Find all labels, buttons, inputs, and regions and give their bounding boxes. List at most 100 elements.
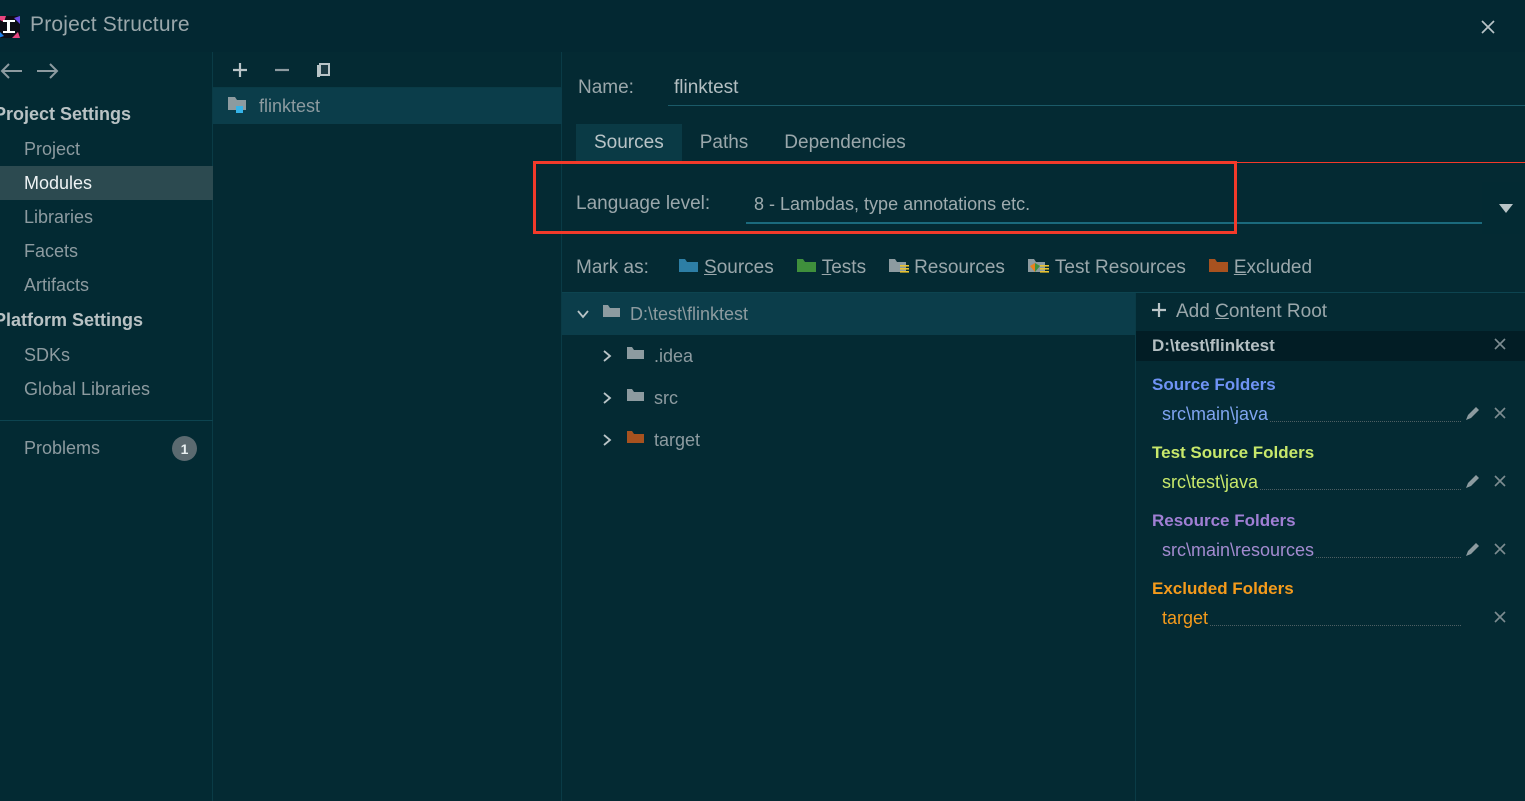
chevron-down-icon[interactable] <box>1482 182 1525 234</box>
tab-dependencies[interactable]: Dependencies <box>766 124 923 164</box>
tree-row[interactable]: .idea <box>562 335 1135 377</box>
source-folder-row[interactable]: src\main\java <box>1136 399 1525 429</box>
folder-excluded-icon <box>626 429 646 451</box>
module-folder-icon <box>227 94 249 119</box>
mark-as-excluded-button[interactable]: Excluded <box>1208 257 1312 280</box>
tree-row-label: src <box>654 387 678 408</box>
section-title-test-source-folders: Test Source Folders <box>1152 443 1315 462</box>
sidebar-group-project-settings: Project Settings <box>0 104 132 124</box>
language-level-row: Language level: 8 - Lambdas, type annota… <box>576 176 1525 234</box>
navigation-arrows <box>0 52 213 90</box>
chevron-right-icon[interactable] <box>596 429 618 451</box>
tree-row-label: D:\test\flinktest <box>630 303 749 324</box>
sidebar-item-sdks[interactable]: SDKs <box>0 338 213 372</box>
mark-as-row: Mark as: Sources Tests Resources Test Re… <box>576 248 1516 288</box>
window-close-button[interactable] <box>1473 13 1503 41</box>
test-source-folder-path: src\test\java <box>1162 471 1261 493</box>
content-root-path: D:\test\flinktest <box>1152 336 1275 355</box>
tab-sources[interactable]: Sources <box>576 124 682 164</box>
remove-excluded-folder-button[interactable] <box>1491 608 1509 626</box>
tree-row-label: target <box>654 429 701 450</box>
mark-as-tests-button[interactable]: Tests <box>796 257 866 280</box>
excluded-folder-row[interactable]: target <box>1136 603 1525 633</box>
pencil-icon[interactable] <box>1463 405 1481 428</box>
sidebar-item-artifacts[interactable]: Artifacts <box>0 268 213 302</box>
mark-as-test-resources-button[interactable]: Test Resources <box>1027 257 1186 280</box>
test-source-folder-row[interactable]: src\test\java <box>1136 467 1525 497</box>
module-list-item-flinktest[interactable]: flinktest <box>213 88 562 124</box>
mark-as-test-resources-label: Test Resources <box>1054 257 1186 278</box>
remove-content-root-button[interactable] <box>1491 335 1509 353</box>
sidebar-item-problems-label: Problems <box>24 438 101 458</box>
copy-module-button[interactable] <box>311 57 337 83</box>
settings-nav-list: Project Settings Project Modules Librari… <box>0 96 213 465</box>
sources-split-pane: D:\test\flinktest .idea src target Add C… <box>562 292 1525 801</box>
module-list-item-label: flinktest <box>259 95 321 116</box>
resource-folder-path: src\main\resources <box>1162 539 1317 561</box>
arrow-left-icon[interactable] <box>0 59 26 83</box>
chevron-down-icon[interactable] <box>572 303 594 325</box>
folder-test-resources-icon <box>1027 257 1051 280</box>
mark-as-sources-label: Sources <box>704 257 774 278</box>
language-level-select[interactable]: 8 - Lambdas, type annotations etc. <box>742 182 1525 234</box>
remove-test-source-folder-button[interactable] <box>1491 472 1509 490</box>
pencil-icon[interactable] <box>1463 473 1481 496</box>
content-root-header[interactable]: D:\test\flinktest <box>1136 331 1525 361</box>
tree-row[interactable]: src <box>562 377 1135 419</box>
module-list-panel: flinktest <box>213 52 562 801</box>
module-name-row: Name: flinktest <box>578 68 1525 108</box>
folder-icon <box>602 303 622 325</box>
module-name-value: flinktest <box>674 77 739 98</box>
add-content-root-button[interactable]: Add Content Root <box>1136 293 1525 331</box>
tab-paths[interactable]: Paths <box>682 124 767 164</box>
remove-source-folder-button[interactable] <box>1491 404 1509 422</box>
sidebar-item-global-libraries[interactable]: Global Libraries <box>0 372 213 406</box>
add-module-button[interactable] <box>227 57 253 83</box>
add-content-root-label: Add Content Root <box>1176 301 1328 322</box>
sidebar-item-libraries[interactable]: Libraries <box>0 200 213 234</box>
detail-tabs: Sources Paths Dependencies <box>576 122 924 164</box>
intellij-idea-logo-icon <box>0 12 24 42</box>
remove-resource-folder-button[interactable] <box>1491 540 1509 558</box>
sidebar-item-modules[interactable]: Modules <box>0 166 213 200</box>
folder-excluded-icon <box>1208 257 1230 280</box>
language-level-value: 8 - Lambdas, type annotations etc. <box>754 193 1031 214</box>
folder-icon <box>626 387 646 409</box>
mark-as-excluded-label: Excluded <box>1233 257 1313 278</box>
excluded-folder-path: target <box>1162 607 1211 629</box>
chevron-right-icon[interactable] <box>596 345 618 367</box>
language-level-underline <box>746 222 1516 224</box>
section-title-resource-folders: Resource Folders <box>1152 511 1296 530</box>
arrow-right-icon[interactable] <box>33 59 63 83</box>
chevron-right-icon[interactable] <box>596 387 618 409</box>
module-name-label: Name: <box>578 77 634 98</box>
sidebar-item-problems[interactable]: Problems 1 <box>0 431 213 465</box>
project-structure-dialog: Project Structure Project Settings Proje… <box>0 0 1525 801</box>
sidebar-item-project[interactable]: Project <box>0 132 213 166</box>
language-level-label: Language level: <box>576 193 711 214</box>
remove-module-button[interactable] <box>269 57 295 83</box>
mark-as-sources-button[interactable]: Sources <box>678 257 774 280</box>
folder-resources-icon <box>888 257 910 280</box>
mark-as-resources-label: Resources <box>914 257 1005 278</box>
tabs-highlight-rule <box>562 162 1525 163</box>
sidebar-divider <box>0 420 213 421</box>
mark-as-tests-label: Tests <box>821 257 867 278</box>
tree-row-label: .idea <box>654 345 694 366</box>
settings-sidebar: Project Settings Project Modules Librari… <box>0 52 213 801</box>
sidebar-item-facets[interactable]: Facets <box>0 234 213 268</box>
tree-row[interactable]: target <box>562 419 1135 461</box>
mark-as-resources-button[interactable]: Resources <box>888 257 1005 280</box>
tree-row[interactable]: D:\test\flinktest <box>562 293 1135 335</box>
module-name-input[interactable]: flinktest <box>660 71 1525 106</box>
pencil-icon[interactable] <box>1463 541 1481 564</box>
dialog-title: Project Structure <box>30 13 190 36</box>
problems-count-badge: 1 <box>172 436 197 461</box>
source-folder-path: src\main\java <box>1162 403 1271 425</box>
section-title-source-folders: Source Folders <box>1152 375 1276 394</box>
title-bar: Project Structure <box>0 0 1525 52</box>
resource-folder-row[interactable]: src\main\resources <box>1136 535 1525 565</box>
folder-icon <box>626 345 646 367</box>
sidebar-group-platform-settings: Platform Settings <box>0 310 144 330</box>
folder-tests-icon <box>796 257 818 280</box>
